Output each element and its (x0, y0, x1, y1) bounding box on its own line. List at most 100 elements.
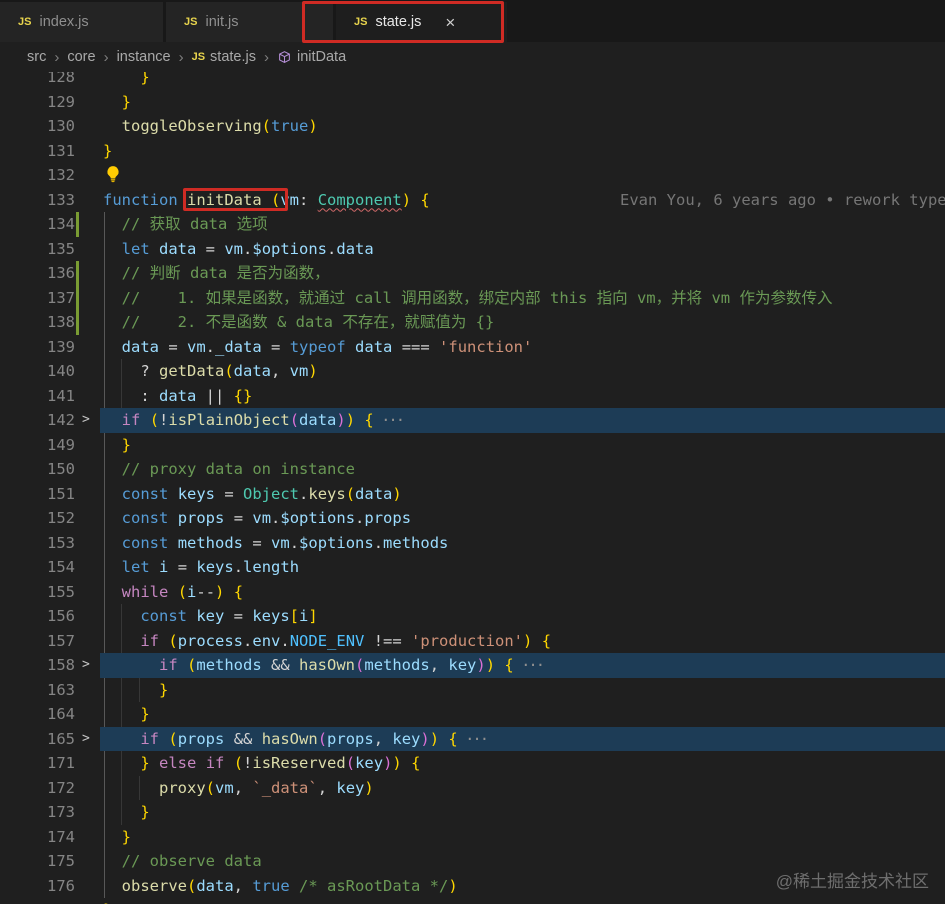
code-text: const key = keys[i] (140, 607, 318, 625)
line-number-gutter: 163 (0, 678, 100, 703)
breadcrumb-item-state-js[interactable]: JS state.js (192, 49, 256, 65)
code-editor: 128 } 129 } 130 toggleObserving(true) 131} 1… (0, 72, 945, 904)
chevron-right-icon: › (178, 48, 184, 66)
code-line: 141 : data || {} (0, 384, 945, 409)
code-text: } (140, 72, 150, 86)
line-number: 135 (47, 239, 75, 258)
code-line: 150 // proxy data on instance (0, 457, 945, 482)
code-text: while (i--) { (121, 582, 244, 601)
code-line: 132 (0, 163, 945, 188)
code-line: 135 let data = vm.$options.data (0, 237, 945, 262)
code-line: 136 // 判断 data 是否为函数， (0, 261, 945, 286)
code-line: 137 // 1. 如果是函数，就通过 call 调用函数，绑定内部 this … (0, 285, 945, 310)
line-number-gutter: 132 (0, 163, 100, 188)
line-number-gutter: 137 (0, 285, 100, 310)
line-number: 165 (47, 729, 75, 748)
line-number: 173 (47, 803, 75, 821)
line-number: 128 (47, 72, 75, 86)
line-number-gutter: 173 (0, 800, 100, 825)
code-text: // 判断 data 是否为函数， (121, 264, 330, 282)
fold-chevron-icon[interactable]: > (82, 408, 90, 433)
code-text: } (140, 803, 150, 821)
lightbulb-icon[interactable] (104, 165, 122, 183)
line-number-gutter: 158 > (0, 653, 100, 678)
gutter-added-change-bar-icon (76, 285, 79, 310)
code-text: } (121, 435, 132, 454)
tab-state-js[interactable]: JS state.js × (336, 2, 507, 42)
code-line: 171 } else if (!isReserved(key)) { (0, 751, 945, 776)
fold-chevron-icon[interactable]: > (82, 727, 90, 752)
line-number-gutter: 172 (0, 776, 100, 801)
line-number: 152 (47, 509, 75, 527)
chevron-right-icon: › (103, 48, 109, 66)
code-text: if (props && hasOwn(props, key)) { ··· (100, 726, 945, 751)
line-number: 149 (47, 435, 75, 454)
watermark: @稀土掘金技术社区 (775, 872, 929, 891)
line-number-gutter: 154 (0, 555, 100, 580)
code-line: 153 const methods = vm.$options.methods (0, 531, 945, 556)
line-number: 156 (47, 607, 75, 625)
breadcrumb-item-instance[interactable]: instance (117, 49, 171, 65)
code-line: 138 // 2. 不是函数 & data 不存在，就赋值为 {} (0, 310, 945, 335)
line-number: 141 (47, 386, 75, 405)
code-text: data = vm._data = typeof data === 'funct… (121, 337, 533, 356)
line-number-gutter: 151 (0, 482, 100, 507)
line-number: 163 (47, 680, 75, 699)
code-line: 174 } (0, 825, 945, 850)
code-text: : data || {} (103, 386, 253, 405)
code-line: 157 if (process.env.NODE_ENV !== 'produc… (0, 629, 945, 654)
code-text: let i = keys.length (121, 558, 300, 576)
line-number-gutter: 156 (0, 604, 100, 629)
line-number: 151 (47, 484, 75, 503)
line-number-gutter: 164 (0, 702, 100, 727)
code-line: 165 > if (props && hasOwn(props, key)) { … (0, 726, 945, 752)
line-number: 171 (47, 754, 75, 772)
git-blame-annotation: Evan You, 6 years ago • rework type anno… (620, 190, 945, 209)
gutter-added-change-bar-icon (76, 261, 79, 286)
code-line: 128 } (0, 72, 945, 90)
fold-chevron-icon[interactable]: > (82, 653, 90, 678)
breadcrumb-item-initdata[interactable]: initData (277, 49, 346, 65)
line-number-gutter: 176 (0, 874, 100, 899)
line-number-gutter: 136 (0, 261, 100, 286)
code-text: let data = vm.$options.data (121, 239, 374, 258)
code-line: 129 } (0, 90, 945, 115)
code-text: const keys = Object.keys(data) (121, 484, 402, 503)
tab-init-js[interactable]: JS init.js (166, 2, 333, 42)
breadcrumb-item-core[interactable]: core (67, 49, 95, 65)
line-number-gutter: 157 (0, 629, 100, 654)
code-text: } (100, 898, 945, 904)
code-line: 172 proxy(vm, `_data`, key) (0, 776, 945, 801)
code-line: 151 const keys = Object.keys(data) (0, 482, 945, 507)
close-icon[interactable]: × (445, 14, 455, 31)
line-number-gutter: 139 (0, 335, 100, 360)
tab-label: init.js (205, 14, 239, 30)
line-number-gutter: 177 (0, 898, 100, 904)
line-number-gutter: 150 (0, 457, 100, 482)
chevron-right-icon: › (263, 48, 269, 66)
line-number: 134 (47, 215, 75, 233)
line-number: 129 (47, 92, 75, 111)
line-number-gutter: 175 (0, 849, 100, 874)
gutter-added-change-bar-icon (76, 310, 79, 335)
code-line: 131} (0, 139, 945, 164)
line-number-gutter: 129 (0, 90, 100, 115)
line-number-gutter: 141 (0, 384, 100, 409)
code-text: } (103, 141, 113, 160)
line-number-gutter: 165 > (0, 727, 100, 752)
code-text: toggleObserving(true) (121, 117, 318, 135)
line-number: 158 (47, 656, 75, 674)
code-text: } else if (!isReserved(key)) { (140, 754, 421, 772)
line-number: 177 (47, 898, 75, 904)
line-number-gutter: 152 (0, 506, 100, 531)
breadcrumb-item-src[interactable]: src (27, 49, 46, 65)
code-line: 156 const key = keys[i] (0, 604, 945, 629)
line-number: 154 (47, 558, 75, 576)
gutter-added-change-bar-icon (76, 212, 79, 237)
code-line: 142 > if (!isPlainObject(data)) { ··· (0, 408, 945, 433)
tab-index-js[interactable]: JS index.js (0, 2, 163, 42)
line-number: 130 (47, 117, 75, 135)
code-text: const props = vm.$options.props (121, 509, 412, 527)
line-number-gutter: 133 (0, 188, 100, 213)
code-line: 163 } (0, 678, 945, 703)
